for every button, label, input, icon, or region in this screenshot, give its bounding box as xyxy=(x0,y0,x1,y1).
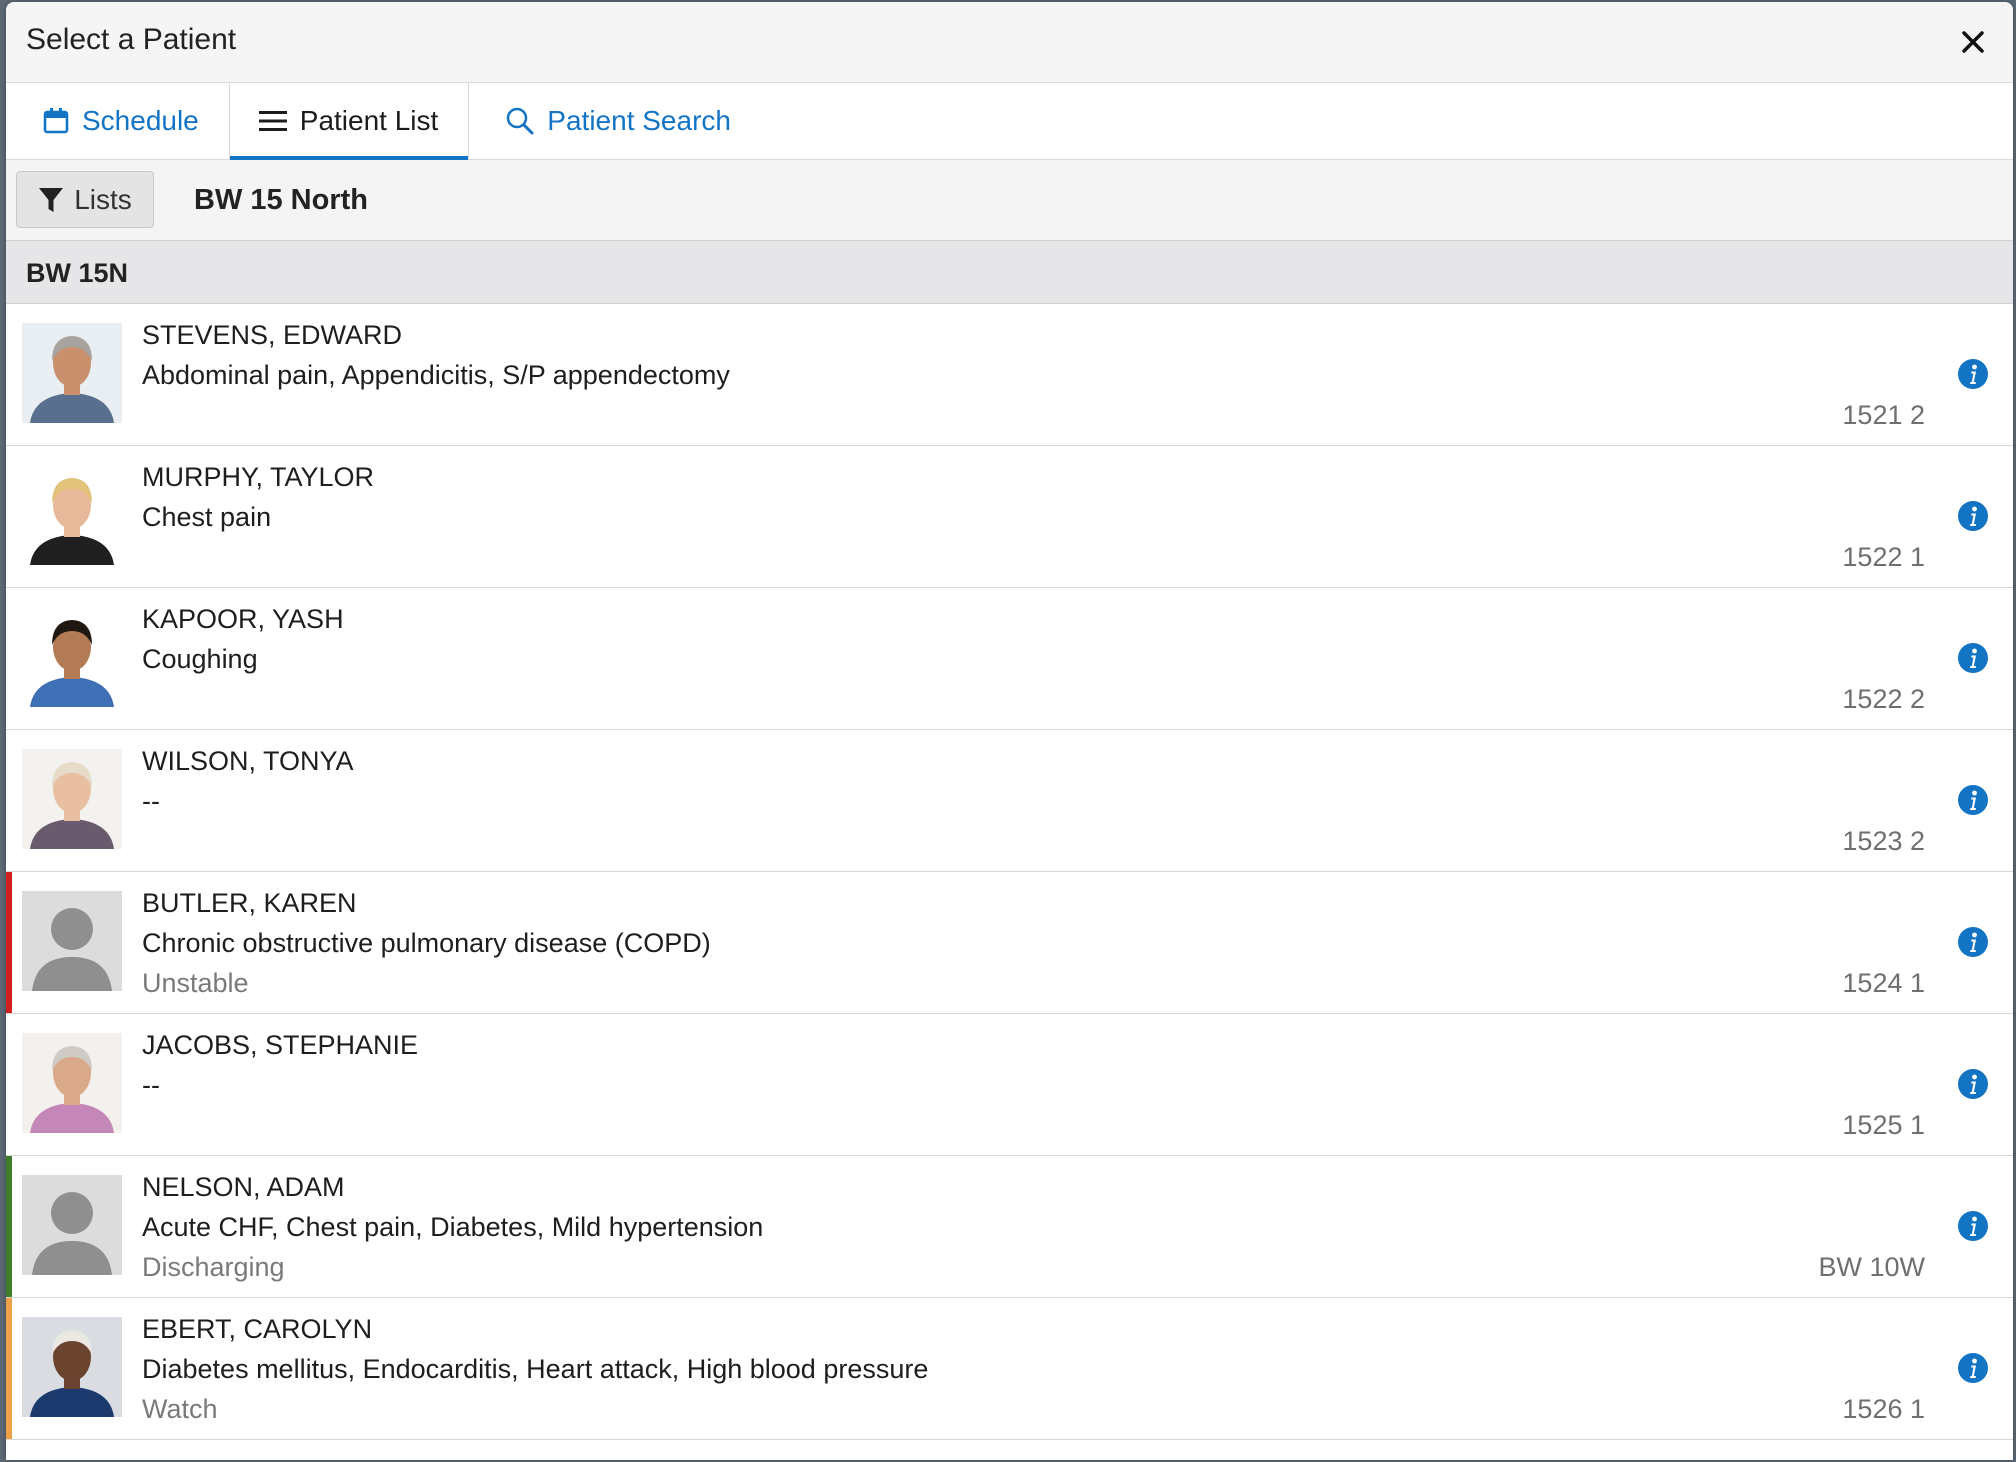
patient-name: JACOBS, STEPHANIE xyxy=(142,1030,419,1060)
patient-diagnosis: Chronic obstructive pulmonary disease (C… xyxy=(142,928,711,958)
info-icon xyxy=(1958,359,1988,389)
tab-patient-search[interactable]: Patient Search xyxy=(469,83,761,159)
status-indicator xyxy=(6,1298,12,1439)
filter-icon xyxy=(38,186,64,214)
patient-name: EBERT, CAROLYN xyxy=(142,1314,373,1344)
avatar-placeholder xyxy=(22,1175,122,1275)
info-button[interactable] xyxy=(1957,500,1989,532)
patient-row[interactable]: JACOBS, STEPHANIE -- 1525 1 xyxy=(6,1014,2013,1156)
avatar-placeholder xyxy=(22,891,122,991)
info-icon xyxy=(1958,785,1988,815)
tab-patient-search-label: Patient Search xyxy=(547,105,731,136)
current-list-name: BW 15 North xyxy=(194,184,368,216)
patient-row[interactable]: NELSON, ADAM Acute CHF, Chest pain, Diab… xyxy=(6,1156,2013,1298)
patient-name: NELSON, ADAM xyxy=(142,1172,345,1202)
patient-status: Unstable xyxy=(142,968,249,998)
patient-status: Watch xyxy=(142,1394,218,1424)
avatar xyxy=(22,465,122,565)
avatar xyxy=(22,323,122,423)
patient-list: STEVENS, EDWARD Abdominal pain, Appendic… xyxy=(6,304,2013,1440)
patient-diagnosis: -- xyxy=(142,1070,160,1100)
patient-row[interactable]: KAPOOR, YASH Coughing 1522 2 xyxy=(6,588,2013,730)
patient-diagnosis: Coughing xyxy=(142,644,258,674)
patient-name: STEVENS, EDWARD xyxy=(142,320,403,350)
info-button[interactable] xyxy=(1957,1210,1989,1242)
patient-row[interactable]: BUTLER, KAREN Chronic obstructive pulmon… xyxy=(6,872,2013,1014)
status-indicator xyxy=(6,872,12,1013)
close-icon xyxy=(1962,31,1984,53)
patient-room: 1521 2 xyxy=(1842,400,1925,430)
tab-patient-list[interactable]: Patient List xyxy=(228,83,470,160)
avatar xyxy=(22,1317,122,1417)
patient-row[interactable]: WILSON, TONYA -- 1523 2 xyxy=(6,730,2013,872)
patient-row[interactable]: MURPHY, TAYLOR Chest pain 1522 1 xyxy=(6,446,2013,588)
patient-room: 1524 1 xyxy=(1842,968,1925,998)
info-button[interactable] xyxy=(1957,1068,1989,1100)
patient-room: 1522 1 xyxy=(1842,542,1925,572)
info-icon xyxy=(1958,643,1988,673)
patient-room: 1525 1 xyxy=(1842,1110,1925,1140)
search-icon xyxy=(505,106,535,136)
avatar xyxy=(22,749,122,849)
info-icon xyxy=(1958,501,1988,531)
select-patient-dialog: Select a Patient Schedule Patient List P… xyxy=(6,2,2013,1460)
tab-bar: Schedule Patient List Patient Search xyxy=(6,83,2013,160)
info-button[interactable] xyxy=(1957,642,1989,674)
patient-room: 1523 2 xyxy=(1842,826,1925,856)
close-button[interactable] xyxy=(1953,22,1993,62)
patient-name: KAPOOR, YASH xyxy=(142,604,344,634)
tab-patient-list-label: Patient List xyxy=(299,105,439,136)
patient-diagnosis: Acute CHF, Chest pain, Diabetes, Mild hy… xyxy=(142,1212,764,1242)
status-indicator xyxy=(6,1156,12,1297)
patient-diagnosis: Diabetes mellitus, Endocarditis, Heart a… xyxy=(142,1354,929,1384)
hamburger-list-icon xyxy=(258,108,288,134)
info-icon xyxy=(1958,927,1988,957)
info-button[interactable] xyxy=(1957,926,1989,958)
dialog-header: Select a Patient xyxy=(6,2,2013,83)
lists-filter-button[interactable]: Lists xyxy=(16,171,154,228)
info-icon xyxy=(1958,1069,1988,1099)
info-button[interactable] xyxy=(1957,358,1989,390)
patient-diagnosis: Abdominal pain, Appendicitis, S/P append… xyxy=(142,360,730,390)
group-header: BW 15N xyxy=(6,241,2013,304)
patient-row[interactable]: STEVENS, EDWARD Abdominal pain, Appendic… xyxy=(6,304,2013,446)
info-icon xyxy=(1958,1211,1988,1241)
patient-name: WILSON, TONYA xyxy=(142,746,354,776)
info-icon xyxy=(1958,1353,1988,1383)
info-button[interactable] xyxy=(1957,1352,1989,1384)
avatar xyxy=(22,607,122,707)
calendar-icon xyxy=(42,107,70,135)
info-button[interactable] xyxy=(1957,784,1989,816)
list-toolbar: Lists BW 15 North xyxy=(6,160,2013,241)
patient-diagnosis: -- xyxy=(142,786,160,816)
patient-name: MURPHY, TAYLOR xyxy=(142,462,375,492)
tab-schedule[interactable]: Schedule xyxy=(6,83,229,159)
dialog-title: Select a Patient xyxy=(26,23,237,56)
patient-room: BW 10W xyxy=(1818,1252,1925,1282)
patient-diagnosis: Chest pain xyxy=(142,502,272,532)
patient-status: Discharging xyxy=(142,1252,285,1282)
patient-room: 1526 1 xyxy=(1842,1394,1925,1424)
patient-room: 1522 2 xyxy=(1842,684,1925,714)
group-title: BW 15N xyxy=(26,258,129,288)
avatar xyxy=(22,1033,122,1133)
patient-name: BUTLER, KAREN xyxy=(142,888,357,918)
lists-button-label: Lists xyxy=(74,183,132,215)
patient-row[interactable]: EBERT, CAROLYN Diabetes mellitus, Endoca… xyxy=(6,1298,2013,1440)
tab-schedule-label: Schedule xyxy=(82,105,199,136)
